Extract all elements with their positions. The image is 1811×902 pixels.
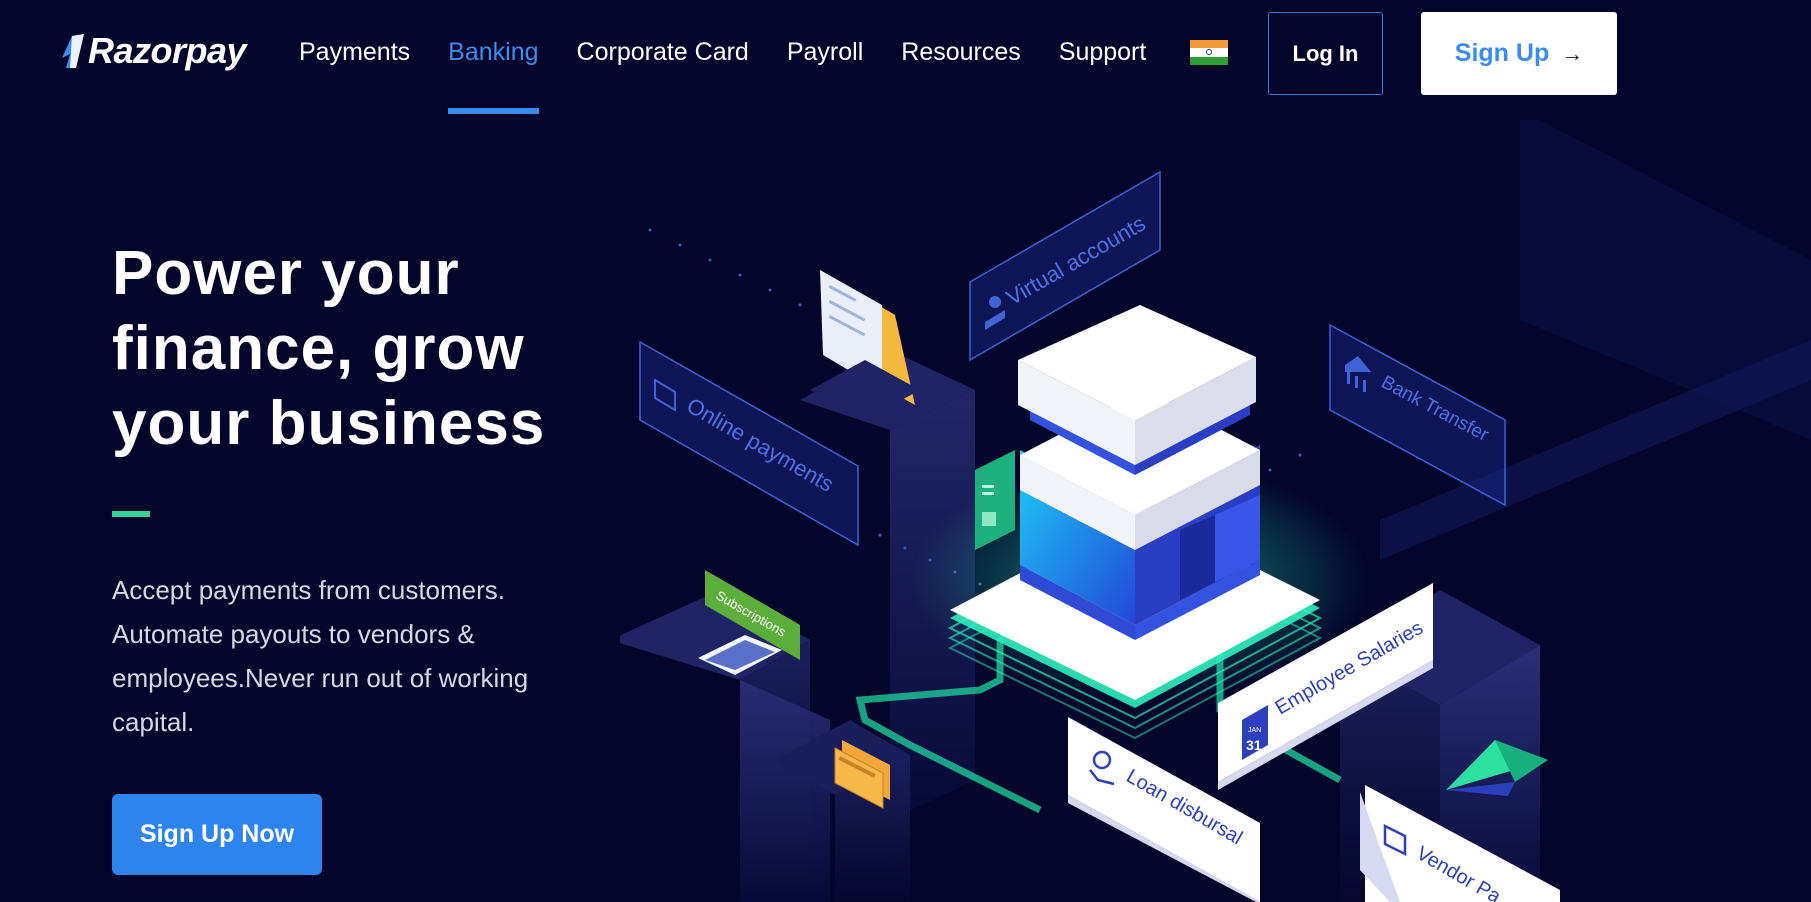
- nav-item-payments[interactable]: Payments: [299, 38, 410, 67]
- razorpay-logo-icon: [62, 34, 84, 68]
- calendar-month: JAN: [1248, 727, 1261, 734]
- nav-item-banking[interactable]: Banking: [448, 38, 539, 114]
- top-nav-bar: Razorpay Payments Banking Corporate Card…: [0, 0, 1811, 116]
- nav-item-corporate-card[interactable]: Corporate Card: [577, 38, 749, 67]
- accent-divider: [112, 511, 150, 517]
- arrow-right-icon: →: [1561, 40, 1584, 66]
- invoice-card-icon: [810, 270, 920, 420]
- main-nav: Payments Banking Corporate Card Payroll …: [299, 38, 1184, 114]
- hero-title-line-2: finance, grow: [112, 314, 525, 383]
- hero-description-line-2: Automate payouts to vendors &: [112, 619, 475, 649]
- online-payments-card[interactable]: Online payments: [639, 340, 859, 547]
- calendar-day: 31: [1246, 737, 1262, 753]
- hero-title-line-3: your business: [112, 389, 546, 458]
- nav-item-payroll[interactable]: Payroll: [787, 38, 863, 67]
- brand-name: Razorpay: [88, 30, 247, 71]
- nav-item-support[interactable]: Support: [1059, 38, 1147, 67]
- signup-button[interactable]: Sign Up →: [1421, 12, 1617, 95]
- hero-title: Power your finance, grow your business: [112, 236, 582, 461]
- hero-description: Accept payments from customers. Automate…: [112, 568, 582, 744]
- sign-up-now-button[interactable]: Sign Up Now: [112, 794, 322, 875]
- signup-button-label: Sign Up: [1454, 39, 1550, 67]
- login-button[interactable]: Log In: [1268, 12, 1383, 95]
- razorpay-logo[interactable]: Razorpay: [60, 30, 247, 72]
- bank-building-icon: [1018, 305, 1260, 640]
- hero-description-line-4: capital.: [112, 707, 195, 737]
- bank-transfer-card[interactable]: Bank Transfer: [1329, 323, 1506, 507]
- hero-description-line-3: employees.Never run out of working: [112, 663, 529, 693]
- india-flag-icon[interactable]: [1190, 40, 1228, 65]
- banking-illustration: Virtual accounts Online payments Bank Tr…: [620, 120, 1811, 902]
- nav-item-resources[interactable]: Resources: [901, 38, 1021, 67]
- hero-description-line-1: Accept payments from customers.: [112, 575, 506, 605]
- hero-title-line-1: Power your: [112, 239, 460, 308]
